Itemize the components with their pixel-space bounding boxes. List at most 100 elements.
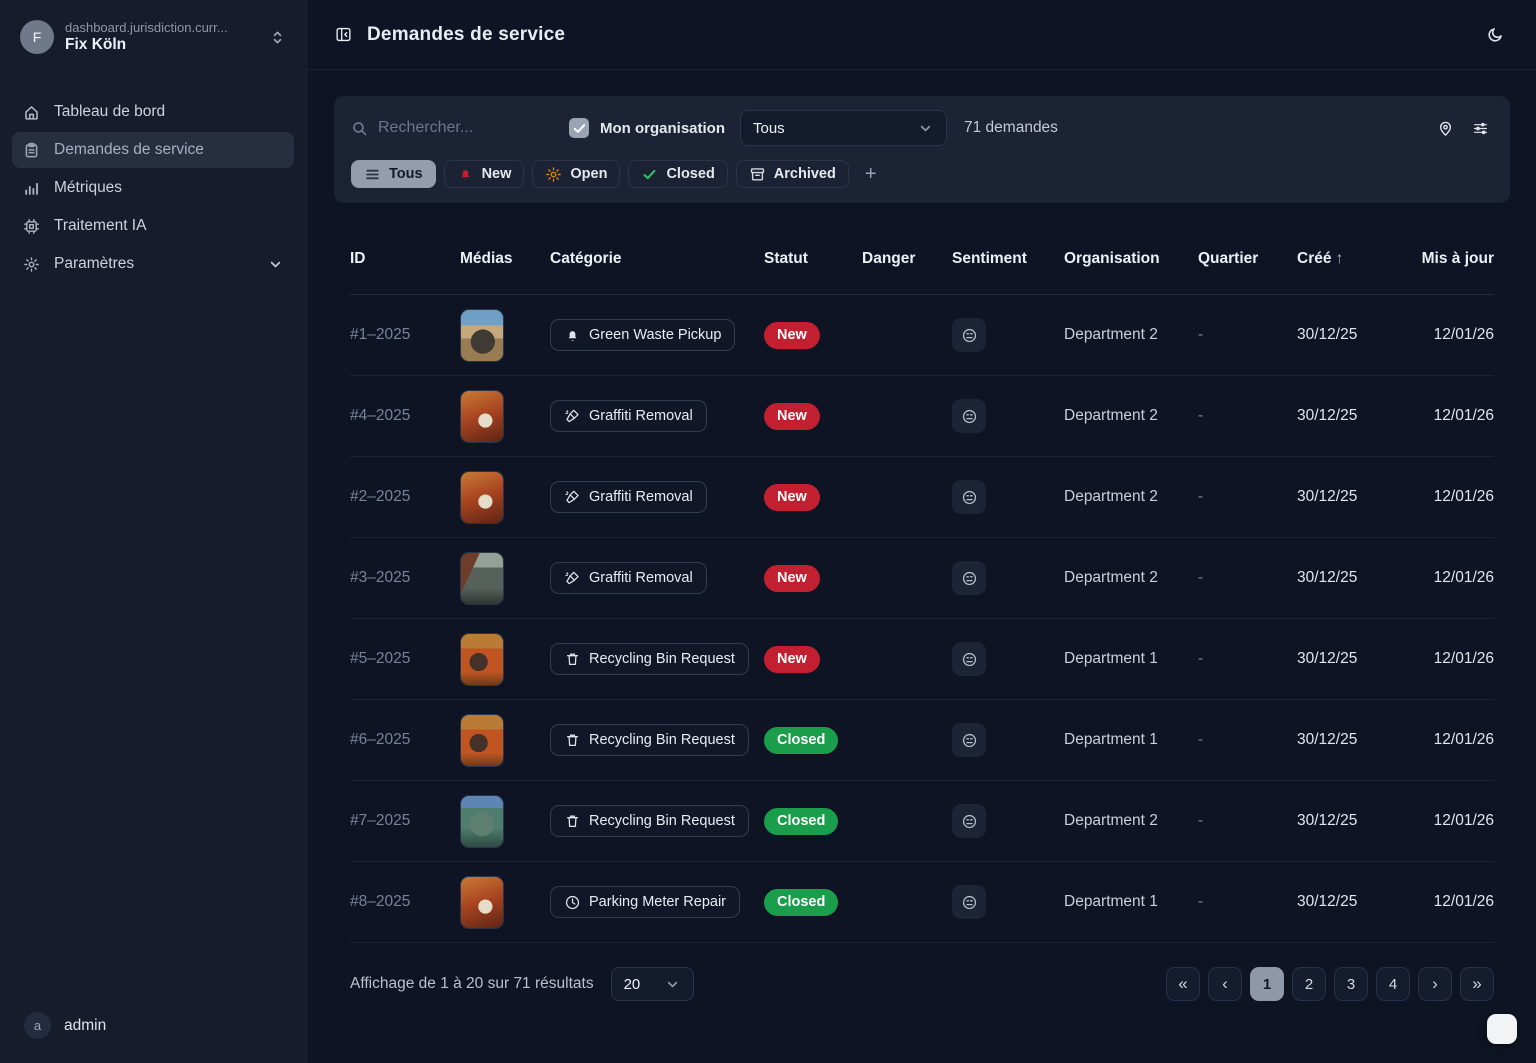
spray-icon (564, 489, 581, 506)
page-button-3[interactable]: 3 (1334, 967, 1368, 1001)
media-thumbnail[interactable] (460, 309, 504, 362)
filter-sliders-icon[interactable] (1468, 116, 1493, 141)
status-badge: New (764, 565, 820, 592)
sidebar-item-param-tres[interactable]: Paramètres (12, 246, 294, 282)
next-page-button[interactable]: › (1418, 967, 1452, 1001)
category-badge[interactable]: Recycling Bin Request (550, 724, 749, 756)
sentiment-cell (952, 804, 1064, 838)
sentiment-neutral-face-icon[interactable] (952, 642, 986, 676)
table-row[interactable]: #6–2025Recycling Bin RequestClosedDepart… (350, 700, 1494, 781)
sentiment-neutral-face-icon[interactable] (952, 480, 986, 514)
column-header-sentiment[interactable]: Sentiment (952, 250, 1064, 268)
media-thumbnail[interactable] (460, 390, 504, 443)
media-thumbnail[interactable] (460, 714, 504, 767)
category-badge[interactable]: Graffiti Removal (550, 562, 707, 594)
status-cell: New (764, 484, 862, 511)
chevron-down-icon (664, 976, 681, 993)
quartier-value: - (1198, 407, 1297, 425)
quartier-value: - (1198, 569, 1297, 587)
map-pin-icon[interactable] (1433, 116, 1458, 141)
column-header-danger[interactable]: Danger (862, 250, 952, 268)
category-label: Recycling Bin Request (589, 651, 735, 667)
page-button-4[interactable]: 4 (1376, 967, 1410, 1001)
filter-chip-open[interactable]: Open (532, 160, 620, 188)
sidebar-item-traitement-ia[interactable]: Traitement IA (12, 208, 294, 244)
sentiment-neutral-face-icon[interactable] (952, 804, 986, 838)
media-thumbnail[interactable] (460, 795, 504, 848)
quartier-value: - (1198, 731, 1297, 749)
status-filter-chips: Tous New Open Closed Archived + (351, 160, 1493, 188)
org-avatar: F (20, 20, 54, 54)
user-menu[interactable]: a admin (12, 1006, 294, 1045)
sentiment-cell (952, 318, 1064, 352)
category-badge[interactable]: Graffiti Removal (550, 481, 707, 513)
organisation-value: Department 2 (1064, 569, 1198, 587)
media-thumbnail[interactable] (460, 876, 504, 929)
category-badge[interactable]: Green Waste Pickup (550, 319, 735, 351)
first-page-button[interactable]: « (1166, 967, 1200, 1001)
filter-chip-closed[interactable]: Closed (628, 160, 727, 188)
sentiment-neutral-face-icon[interactable] (952, 399, 986, 433)
sidebar-item-demandes-de-service[interactable]: Demandes de service (12, 132, 294, 168)
filter-chip-new[interactable]: New (444, 160, 525, 188)
sentiment-neutral-face-icon[interactable] (952, 561, 986, 595)
sidebar-collapse-icon[interactable] (335, 26, 352, 43)
add-filter-button[interactable]: + (865, 163, 877, 186)
organisation-select[interactable]: Tous (740, 110, 947, 146)
status-badge: Closed (764, 727, 838, 754)
table-row[interactable]: #4–2025Graffiti RemovalNewDepartment 2-3… (350, 376, 1494, 457)
sidebar-item-tableau-de-bord[interactable]: Tableau de bord (12, 94, 294, 130)
category-badge[interactable]: Recycling Bin Request (550, 643, 749, 675)
column-header-catégorie[interactable]: Catégorie (550, 250, 764, 268)
column-header-id[interactable]: ID (350, 250, 460, 268)
created-date: 30/12/25 (1297, 569, 1409, 587)
table-row[interactable]: #1–2025Green Waste PickupNewDepartment 2… (350, 295, 1494, 376)
org-switcher[interactable]: F dashboard.jurisdiction.curr... Fix Köl… (12, 16, 294, 58)
media-thumbnail[interactable] (460, 633, 504, 686)
category-cell: Graffiti Removal (550, 400, 764, 432)
sentiment-neutral-face-icon[interactable] (952, 885, 986, 919)
page-button-2[interactable]: 2 (1292, 967, 1326, 1001)
column-header-médias[interactable]: Médias (460, 250, 550, 268)
search-input[interactable] (378, 119, 538, 137)
column-header-statut[interactable]: Statut (764, 250, 862, 268)
clock-icon (564, 894, 581, 911)
column-header-mis-à-jour[interactable]: Mis à jour (1409, 248, 1494, 270)
category-cell: Green Waste Pickup (550, 319, 764, 351)
archive-icon (749, 166, 766, 183)
category-badge[interactable]: Recycling Bin Request (550, 805, 749, 837)
media-thumbnail[interactable] (460, 471, 504, 524)
previous-page-button[interactable]: ‹ (1208, 967, 1242, 1001)
category-cell: Recycling Bin Request (550, 643, 764, 675)
filter-chip-tous[interactable]: Tous (351, 160, 436, 188)
status-badge: New (764, 322, 820, 349)
table-row[interactable]: #2–2025Graffiti RemovalNewDepartment 2-3… (350, 457, 1494, 538)
category-label: Graffiti Removal (589, 489, 693, 505)
category-badge[interactable]: Parking Meter Repair (550, 886, 740, 918)
last-page-button[interactable]: » (1460, 967, 1494, 1001)
my-organisation-checkbox-group[interactable]: Mon organisation (569, 118, 725, 138)
sentiment-neutral-face-icon[interactable] (952, 318, 986, 352)
filter-chip-archived[interactable]: Archived (736, 160, 849, 188)
column-header-créé[interactable]: Créé↑ (1297, 250, 1409, 268)
sentiment-neutral-face-icon[interactable] (952, 723, 986, 757)
filter-chip-label: New (482, 166, 512, 182)
request-id: #6–2025 (350, 731, 460, 749)
sidebar-item-m-triques[interactable]: Métriques (12, 170, 294, 206)
spray-icon (564, 570, 581, 587)
media-thumbnail[interactable] (460, 552, 504, 605)
column-header-quartier[interactable]: Quartier (1198, 250, 1297, 268)
chat-widget-button[interactable] (1487, 1014, 1517, 1044)
table-row[interactable]: #8–2025Parking Meter RepairClosedDepartm… (350, 862, 1494, 943)
column-header-organisation[interactable]: Organisation (1064, 250, 1198, 268)
clipboard-icon (22, 142, 41, 159)
page-size-select[interactable]: 20 (611, 967, 694, 1001)
category-badge[interactable]: Graffiti Removal (550, 400, 707, 432)
checkbox-checked-icon[interactable] (569, 118, 589, 138)
request-id: #8–2025 (350, 893, 460, 911)
table-row[interactable]: #3–2025Graffiti RemovalNewDepartment 2-3… (350, 538, 1494, 619)
dark-mode-toggle-moon-icon[interactable] (1483, 22, 1508, 47)
table-row[interactable]: #7–2025Recycling Bin RequestClosedDepart… (350, 781, 1494, 862)
page-button-1[interactable]: 1 (1250, 967, 1284, 1001)
table-row[interactable]: #5–2025Recycling Bin RequestNewDepartmen… (350, 619, 1494, 700)
